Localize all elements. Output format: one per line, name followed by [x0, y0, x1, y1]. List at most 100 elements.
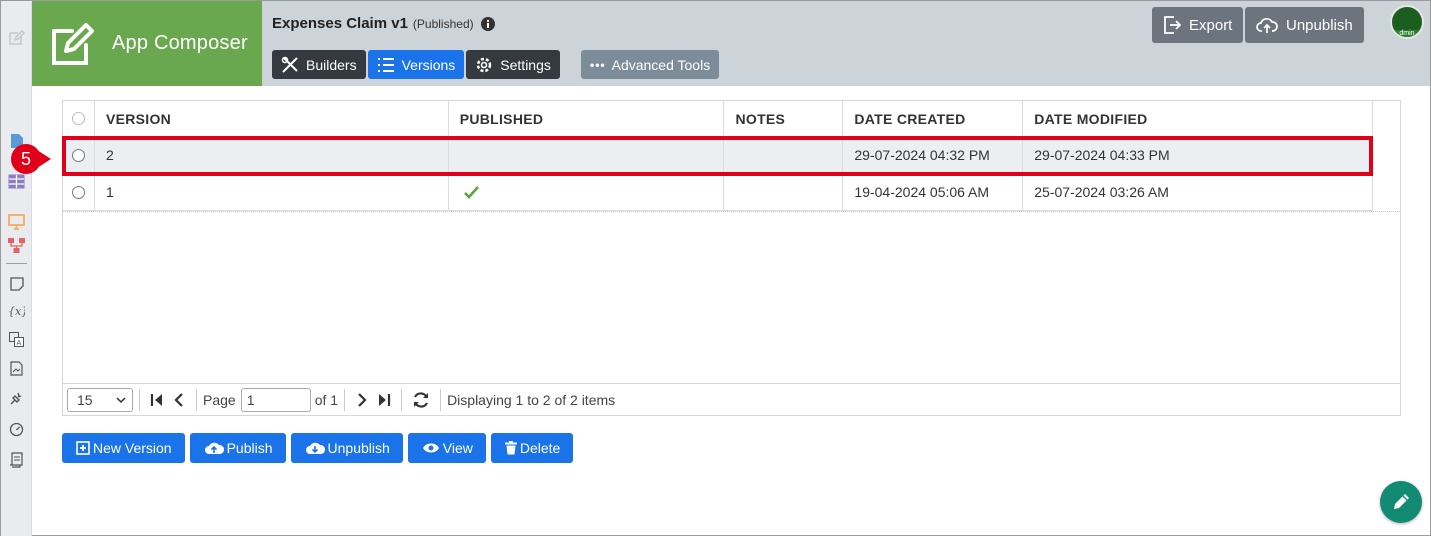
select-all-cell[interactable] — [63, 101, 95, 136]
variable-icon[interactable]: {x} — [8, 302, 25, 319]
versions-grid: VERSION PUBLISHED NOTES DATE CREATED DAT… — [62, 100, 1401, 416]
refresh-icon[interactable] — [411, 389, 431, 411]
step-badge-number: 5 — [21, 149, 31, 169]
compose-icon — [52, 22, 94, 65]
row-radio[interactable] — [71, 148, 85, 162]
monitor-icon[interactable] — [8, 213, 25, 230]
date-created-cell: 19-04-2024 05:06 AM — [843, 174, 1024, 210]
select-all-radio[interactable] — [71, 112, 85, 125]
ellipsis-icon: ••• — [590, 57, 606, 72]
grid-empty-area — [63, 211, 1400, 385]
plus-square-icon — [76, 441, 90, 455]
date-modified-cell: 29-07-2024 04:33 PM — [1023, 137, 1373, 173]
page-number-input[interactable]: 1 — [240, 387, 311, 412]
new-version-button[interactable]: New Version — [62, 433, 185, 463]
notes-cell — [724, 174, 844, 210]
left-toolbar: {x} A — [1, 1, 32, 536]
tools-icon — [281, 56, 298, 73]
gear-icon — [477, 57, 492, 72]
step-badge: 5 — [11, 144, 51, 174]
pager-divider — [401, 388, 403, 411]
tab-bar: Builders Versions Settings — [272, 50, 562, 79]
tab-settings-label: Settings — [500, 56, 551, 73]
last-page-icon[interactable] — [376, 389, 392, 411]
cloud-download-icon — [305, 442, 325, 454]
info-icon[interactable] — [480, 16, 495, 31]
app-name: Expenses Claim v1 — [272, 15, 408, 32]
avatar[interactable]: dmin — [1390, 5, 1424, 39]
page-count-label: of 1 — [314, 391, 339, 408]
edit-fab-button[interactable] — [1380, 481, 1422, 523]
edit-icon[interactable] — [8, 29, 25, 46]
column-header-notes[interactable]: NOTES — [724, 101, 844, 136]
list-icon — [377, 57, 394, 72]
tab-builders-label: Builders — [306, 56, 357, 73]
svg-text:A: A — [17, 339, 22, 347]
pager-divider — [139, 388, 140, 411]
date-modified-cell: 25-07-2024 03:26 AM — [1023, 174, 1373, 210]
grid-header-row: VERSION PUBLISHED NOTES DATE CREATED DAT… — [63, 101, 1373, 137]
delete-button[interactable]: Delete — [490, 433, 574, 463]
translate-icon[interactable]: A — [8, 331, 25, 348]
notes-cell — [724, 137, 844, 173]
pager-divider — [440, 388, 442, 411]
pencil-icon — [1394, 494, 1409, 509]
header-unpublish-button[interactable]: Unpublish — [1245, 7, 1364, 43]
table-row[interactable]: 1 19-04-2024 05:06 AM 25-07-2024 03:26 A… — [63, 174, 1373, 211]
eye-icon — [422, 443, 439, 453]
row-select-cell[interactable] — [63, 174, 95, 210]
new-version-label: New Version — [93, 440, 172, 456]
tab-builders[interactable]: Builders — [272, 50, 366, 79]
row-select-cell[interactable] — [63, 137, 95, 173]
plugin-icon[interactable] — [8, 390, 25, 407]
publish-button[interactable]: Publish — [189, 433, 286, 463]
page-number-value: 1 — [246, 391, 255, 408]
unpublish-label: Unpublish — [327, 440, 390, 456]
svg-text:{x}: {x} — [8, 305, 25, 318]
trash-icon — [504, 441, 517, 455]
toolbar-divider — [6, 263, 27, 264]
page-size-select[interactable]: 15 — [67, 387, 133, 412]
version-cell: 1 — [95, 174, 449, 210]
app-composer-brand[interactable]: App Composer — [32, 1, 262, 86]
cloud-upload-icon — [1256, 18, 1278, 33]
avatar-text: dmin — [1392, 30, 1422, 37]
pagination-bar: 15 Page 1 of 1 Displaying 1 to 2 of 2 it… — [63, 383, 1400, 415]
advanced-tools-label: Advanced Tools — [611, 56, 711, 73]
table-row[interactable]: 2 29-07-2024 04:32 PM 29-07-2024 04:33 P… — [63, 137, 1373, 174]
script-icon[interactable] — [8, 451, 25, 468]
column-header-version[interactable]: VERSION — [95, 101, 449, 136]
export-button[interactable]: Export — [1152, 7, 1244, 43]
tab-versions[interactable]: Versions — [367, 50, 465, 79]
header-unpublish-label: Unpublish — [1286, 16, 1353, 34]
date-created-cell: 29-07-2024 04:32 PM — [843, 137, 1024, 173]
workflow-icon[interactable] — [8, 237, 25, 254]
tab-settings[interactable]: Settings — [466, 50, 560, 79]
dashboard-icon[interactable] — [8, 421, 25, 438]
first-page-icon[interactable] — [149, 389, 165, 411]
column-header-published[interactable]: PUBLISHED — [449, 101, 725, 136]
report-icon[interactable] — [8, 360, 25, 377]
next-page-icon[interactable] — [354, 389, 370, 411]
advanced-tools-button[interactable]: ••• Advanced Tools — [581, 50, 720, 79]
chevron-down-icon — [116, 396, 126, 403]
view-button[interactable]: View — [407, 433, 486, 463]
column-header-date-modified[interactable]: DATE MODIFIED — [1023, 101, 1373, 136]
note-icon[interactable] — [8, 275, 25, 292]
version-cell: 2 — [95, 137, 449, 173]
tab-versions-label: Versions — [401, 56, 456, 73]
export-icon — [1164, 16, 1181, 34]
unpublish-button[interactable]: Unpublish — [290, 433, 403, 463]
paging-status: Displaying 1 to 2 of 2 items — [447, 391, 616, 408]
column-header-date-created[interactable]: DATE CREATED — [843, 101, 1024, 136]
row-radio[interactable] — [71, 185, 85, 199]
app-status: (Published) — [412, 16, 474, 31]
previous-page-icon[interactable] — [171, 389, 187, 411]
brand-title: App Composer — [112, 32, 248, 54]
pager-divider — [344, 388, 346, 411]
export-label: Export — [1189, 16, 1233, 34]
app-header: App Composer Expenses Claim v1 (Publishe… — [32, 1, 1430, 86]
page-label: Page — [203, 391, 236, 408]
app-title: Expenses Claim v1 (Published) — [272, 15, 495, 32]
cloud-upload-icon — [204, 442, 224, 454]
